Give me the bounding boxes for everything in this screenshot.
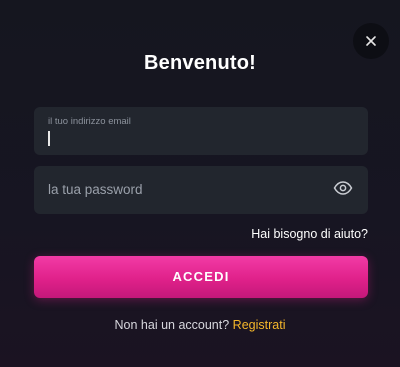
signup-prompt-text: Non hai un account? [114,318,230,332]
show-password-toggle[interactable] [332,180,354,200]
eye-icon [333,180,353,200]
email-field-label: il tuo indirizzo email [48,116,131,127]
signup-prompt: Non hai un account? Registrati [0,318,400,332]
register-link[interactable]: Registrati [233,318,286,332]
modal-title: Benvenuto! [144,52,256,74]
password-placeholder: la tua password [48,182,143,197]
login-button[interactable]: ACCEDI [34,256,368,298]
text-caret [48,131,50,146]
help-link[interactable]: Hai bisogno di aiuto? [251,227,368,241]
close-icon [365,35,377,47]
login-modal: Benvenuto! il tuo indirizzo email la tua… [0,0,400,367]
email-field[interactable]: il tuo indirizzo email [34,107,368,155]
password-field[interactable]: la tua password [34,166,368,214]
